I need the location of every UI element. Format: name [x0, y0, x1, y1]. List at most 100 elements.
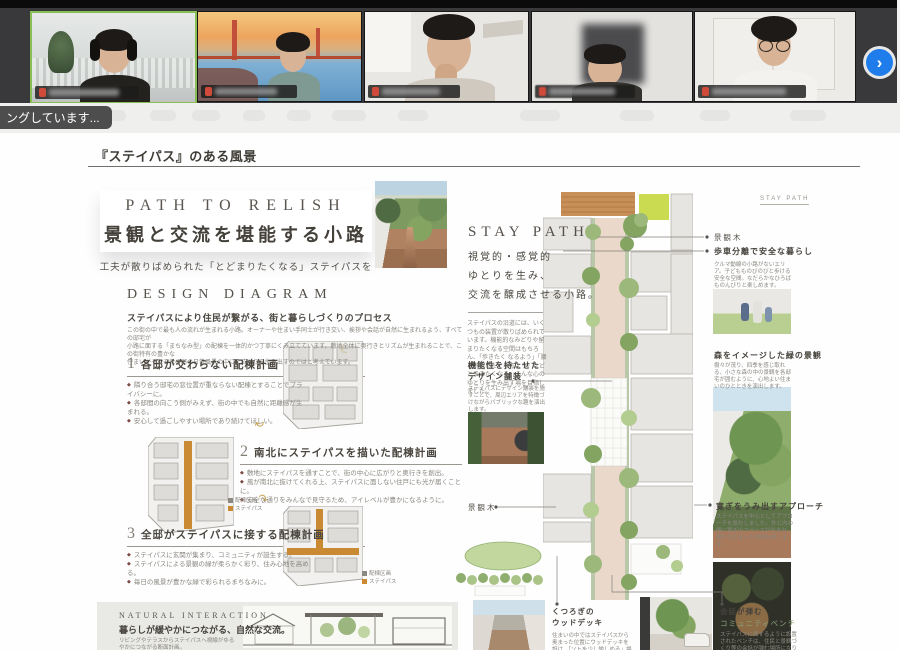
video-tile-5[interactable]	[694, 11, 856, 102]
toolbar-item-blurred[interactable]	[287, 110, 311, 121]
participant-name-badge	[368, 85, 460, 98]
page-corner-label: STAY PATH	[760, 196, 809, 205]
headphone-left	[90, 39, 100, 61]
dd-item-3-title: 全邸がステイパスに接する配棟計画	[141, 527, 325, 542]
stay-path-divider	[468, 312, 544, 313]
landscape-plan-lawn	[455, 540, 545, 596]
participant-name-badge	[201, 85, 297, 98]
participant-name-blurred	[382, 88, 440, 95]
toolbar-item-blurred[interactable]	[700, 110, 730, 121]
dd-item-3-header: 3 全邸がステイパスに接する配棟計画	[127, 525, 325, 543]
video-tile-1-active-speaker[interactable]	[30, 11, 197, 104]
mic-off-icon	[39, 88, 46, 97]
bullet: 毎日の風景が豊かな緑で彩られるまちなみに。	[127, 578, 317, 587]
natural-interaction-title: 暮らしが緩やかにつながる、自然な交流。	[119, 623, 290, 636]
photo-family-lawn	[713, 289, 791, 334]
photo-street-between-houses	[473, 600, 545, 650]
video-tile-2[interactable]	[197, 11, 362, 102]
hero-title-jp: 景観と交流を堪能する小路	[96, 221, 376, 247]
toolbar-item-blurred[interactable]	[790, 110, 826, 121]
dd-item-1-bullets: 隣り合う邸宅の窓位置が重ならない配棟とすることでプライバシーに。 各邸間の向こう…	[127, 381, 307, 426]
participant-name-badge	[535, 85, 635, 98]
meeting-toolbar	[0, 103, 900, 133]
dd-item-2-rule	[240, 464, 462, 465]
annotation-forest-body: 樹々が茂り、四季を感じ取れる、小さな森の中の景観を各邸宅が囲むように、心地よい住…	[714, 363, 794, 391]
toolbar-item-blurred[interactable]	[243, 110, 265, 121]
annotation-walk-body: クルマ動線の小路がないエリア。子どもものびのびと歩ける安全な空間。なだらかなひろ…	[714, 262, 794, 290]
dd-item-3-bullets: ステイパスに玄関が集まり、コミュニティが誕生する。 ステイパスによる景観の緑が柔…	[127, 551, 317, 587]
annotation-bench-body: ステイパスに面するように設置されたベンチは、住民と景観づくり等の会話が弾む場所に…	[720, 632, 802, 650]
toolbar-item-blurred[interactable]	[620, 110, 654, 121]
bullet: 敷地にステイパスを通すことで、街の中心に広がりと奥行きを創出。	[240, 469, 464, 478]
natural-interaction-body: リビングやテラスからステイパスへ視線がゆるやかにつながる断面計画。 内と外のあい…	[119, 638, 239, 650]
person-hair	[276, 32, 310, 52]
mic-off-icon	[702, 87, 709, 96]
dd-item-2-number: 2	[240, 443, 248, 461]
legend-site-label: 配棟区画	[235, 498, 257, 504]
diagram-legend: 配棟区画 ステイパス	[362, 570, 396, 586]
person-hair	[751, 16, 797, 42]
dd-item-1-header: 1 各邸が交わらない配棟計画	[127, 355, 279, 373]
next-participants-button[interactable]: ›	[866, 49, 893, 76]
participant-name-blurred	[712, 88, 786, 95]
natural-interaction-heading: NATURAL INTERACTION	[119, 611, 269, 620]
toolbar-item-blurred[interactable]	[192, 110, 220, 121]
video-strip: ›	[0, 8, 897, 103]
photo-person	[765, 307, 772, 322]
bullet: ステイパスに玄関が集まり、コミュニティが誕生する。	[127, 551, 317, 560]
dd-item-2-title: 南北にステイパスを描いた配棟計画	[254, 445, 438, 460]
bridge-tower-2	[316, 28, 320, 56]
site-diagram-2	[148, 437, 234, 533]
annotation-approach-body: ステイパスを中心としてアプローチを設計しました。外と内の間に寛ぎのスペースが生ま…	[716, 514, 796, 549]
annotation-pavement-body: ステイパスにデザイン舗装を施すことで、周辺エリアを特徴づけながらパブリックな趣を…	[468, 386, 548, 414]
annotation-approach-title: 寛ぎをうみ出すアプローチ	[716, 501, 824, 512]
toolbar-item-blurred[interactable]	[398, 110, 428, 121]
annotation-forest-title: 森をイメージした緑の景観	[714, 350, 822, 361]
bridge-tower	[232, 20, 237, 60]
person-hair	[584, 44, 626, 64]
stay-path-lead: 視覚的・感覚的 ゆとりを生み、 交流を醸成させる小路。	[468, 248, 600, 305]
participant-name-blurred	[49, 89, 119, 96]
bullet: 安全な通りをみんなで見守るため、アイレベルが豊かになるように。	[240, 496, 464, 505]
photo-person	[753, 301, 762, 323]
annotation-deck-body: 住まいの中ではステイパスから奥まった位置にウッドデッキを設け、「ソトを少し愉しめ…	[552, 633, 634, 650]
design-diagram-subheading: ステイパスにより住民が繋がる、街と暮らしづくりのプロセス	[127, 311, 392, 324]
bullet: 各邸間の向こう側がみえず、街の中でも自然に距離感が生まれる。	[127, 399, 307, 417]
headphone-right	[127, 39, 137, 61]
hero-photo-path	[375, 181, 447, 268]
annotation-bench-title-2: コミュニティベンチ	[720, 618, 796, 629]
legend-path-label: ステイパス	[369, 579, 396, 585]
dd-item-2-header: 2 南北にステイパスを描いた配棟計画	[240, 443, 438, 461]
participant-name-badge	[698, 85, 806, 98]
video-tile-3[interactable]	[364, 11, 529, 102]
plant	[48, 31, 74, 73]
diagram-legend: 配棟区画 ステイパス	[228, 497, 262, 513]
toolbar-item-blurred[interactable]	[520, 110, 560, 121]
bullet: 隣り合う邸宅の窓位置が重ならない配棟とすることでプライバシーに。	[127, 381, 307, 399]
bullet: 風が南北に抜けてくれる上、ステイパスに面しない住戸にも光が届くことに。	[240, 478, 464, 496]
participant-name-blurred	[549, 88, 615, 95]
glasses-left-lens	[759, 40, 773, 52]
mic-off-icon	[372, 87, 379, 96]
photo-design-pavement	[468, 412, 544, 464]
dd-item-2-bullets: 敷地にステイパスを通すことで、街の中心に広がりと奥行きを創出。 風が南北に抜けて…	[240, 469, 464, 505]
design-diagram-heading: DESIGN DIAGRAM	[127, 287, 333, 303]
dd-item-1-number: 1	[127, 355, 135, 373]
toolbar-item-blurred[interactable]	[332, 110, 366, 121]
video-tile-4[interactable]	[531, 11, 693, 102]
toolbar-item-blurred[interactable]	[150, 110, 176, 121]
hero-title-en: PATH TO RELISH	[100, 197, 372, 215]
legend-site-label: 配棟区画	[369, 571, 391, 577]
mic-off-icon	[539, 87, 546, 96]
participant-name-badge	[35, 86, 139, 99]
dd-item-3-number: 3	[127, 525, 135, 543]
hero-photo-walkway	[403, 227, 417, 268]
annotation-pavement-title: 機能性を持たせた デザイン舗装	[468, 360, 540, 382]
recording-toast: ングしています...	[0, 106, 112, 129]
photo-white-car	[684, 633, 710, 647]
glasses-right-lens	[776, 40, 790, 52]
meeting-window: › ングしています... 『ステイパス』のある風景 PATH TO RELISH…	[0, 0, 900, 650]
title-divider	[88, 166, 860, 167]
window-top-edge	[0, 0, 900, 8]
bullet: 安心して過ごしやすい場所であり続けてほしい。	[127, 417, 307, 426]
